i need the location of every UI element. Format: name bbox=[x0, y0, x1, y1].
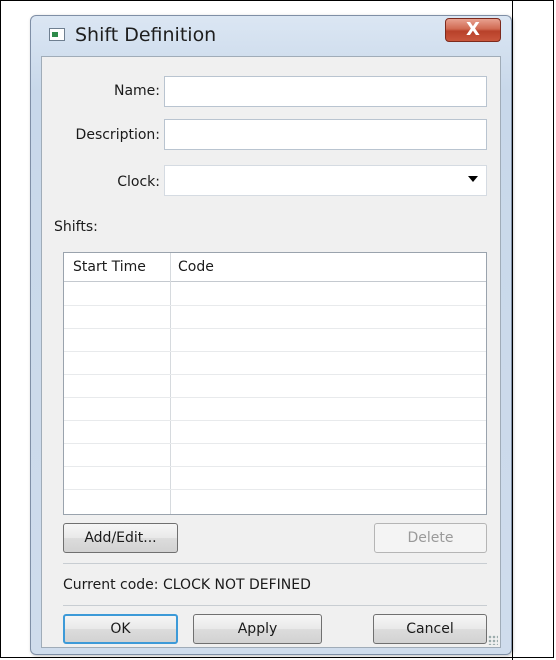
clock-label: Clock: bbox=[117, 174, 160, 190]
delete-button[interactable]: Delete bbox=[374, 523, 487, 553]
apply-button[interactable]: Apply bbox=[193, 614, 322, 644]
current-code-value: CLOCK NOT DEFINED bbox=[162, 577, 311, 593]
clock-combobox[interactable] bbox=[164, 165, 487, 196]
window-app-icon bbox=[49, 28, 65, 41]
frame-divider bbox=[512, 0, 513, 660]
shifts-table[interactable]: Start Time Code bbox=[63, 252, 487, 515]
resize-grip-icon[interactable] bbox=[488, 635, 498, 645]
close-icon: X bbox=[466, 19, 480, 40]
name-label: Name: bbox=[113, 83, 160, 99]
table-row-line bbox=[64, 328, 486, 329]
dialog-client-area: Name: Description: Clock: Shifts: Start … bbox=[41, 56, 501, 648]
title-bar[interactable]: Shift Definition X bbox=[31, 16, 511, 54]
column-header-code[interactable]: Code bbox=[178, 259, 214, 275]
table-row-line bbox=[64, 466, 486, 467]
cancel-button[interactable]: Cancel bbox=[373, 614, 487, 644]
ok-button[interactable]: OK bbox=[63, 614, 178, 644]
table-row-line bbox=[64, 305, 486, 306]
column-header-start-time[interactable]: Start Time bbox=[73, 259, 146, 275]
close-button[interactable]: X bbox=[445, 18, 501, 42]
description-input[interactable] bbox=[164, 119, 487, 150]
separator bbox=[63, 563, 487, 564]
table-row-line bbox=[64, 374, 486, 375]
chevron-down-icon[interactable] bbox=[468, 176, 478, 182]
current-code-status: Current code: CLOCK NOT DEFINED bbox=[63, 577, 311, 593]
shift-definition-dialog: Shift Definition X Name: Description: Cl… bbox=[30, 15, 512, 655]
shifts-table-header: Start Time Code bbox=[64, 253, 486, 282]
table-row-line bbox=[64, 420, 486, 421]
current-code-label: Current code: bbox=[63, 577, 159, 593]
description-label: Description: bbox=[75, 127, 160, 143]
table-row-line bbox=[64, 397, 486, 398]
add-edit-button[interactable]: Add/Edit... bbox=[63, 523, 178, 553]
column-divider bbox=[170, 253, 171, 514]
shifts-label: Shifts: bbox=[54, 219, 98, 235]
name-input[interactable] bbox=[164, 76, 487, 107]
separator bbox=[63, 605, 487, 606]
table-row-line bbox=[64, 443, 486, 444]
table-row-line bbox=[64, 351, 486, 352]
window-title: Shift Definition bbox=[75, 24, 217, 46]
table-row-line bbox=[64, 489, 486, 490]
